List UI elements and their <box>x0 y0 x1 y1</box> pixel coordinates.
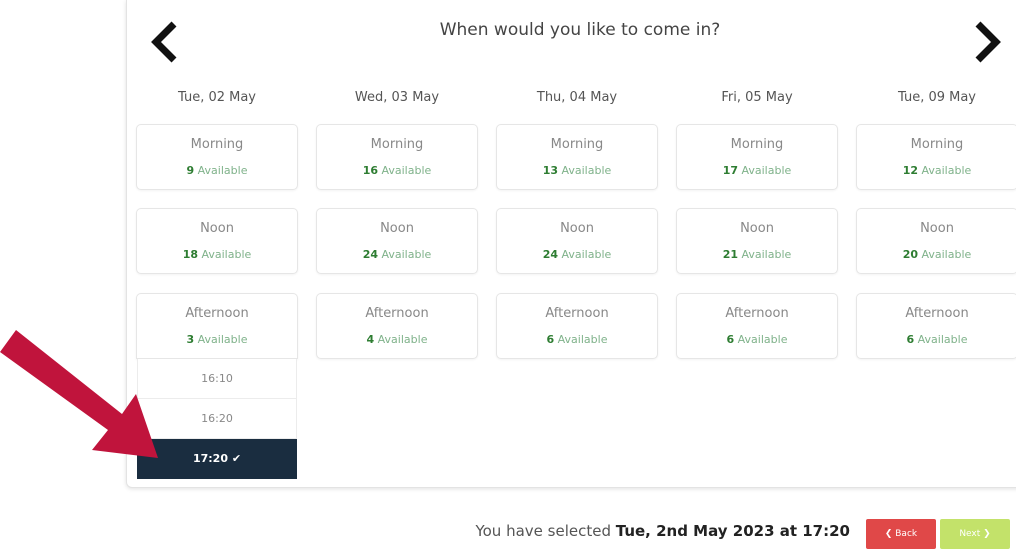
slot-count: 20 <box>902 248 918 261</box>
slot-available-label: Available <box>197 164 248 177</box>
slot-available-label: Available <box>197 333 248 346</box>
slot-count: 6 <box>906 333 915 346</box>
slot-availability: 13 Available <box>497 164 657 177</box>
day-label: Fri, 05 May <box>721 90 793 105</box>
slot-count: 9 <box>186 164 195 177</box>
slot-available-label: Available <box>741 164 792 177</box>
slot-period-label: Afternoon <box>905 306 969 321</box>
slot-available-label: Available <box>377 333 428 346</box>
slot-afternoon[interactable]: Afternoon 6 Available <box>676 293 838 359</box>
slot-period-label: Afternoon <box>365 306 429 321</box>
slot-noon[interactable]: Noon 24 Available <box>316 208 478 274</box>
slot-period-label: Afternoon <box>545 306 609 321</box>
slot-count: 6 <box>546 333 555 346</box>
chevron-right-icon <box>975 21 1001 63</box>
slot-noon[interactable]: Noon 21 Available <box>676 208 838 274</box>
slot-available-label: Available <box>557 333 608 346</box>
slot-afternoon[interactable]: Afternoon 6 Available <box>496 293 658 359</box>
slot-availability: 6 Available <box>857 333 1016 346</box>
slot-period-label: Noon <box>740 221 774 236</box>
selection-summary: You have selected Tue, 2nd May 2023 at 1… <box>475 522 850 540</box>
slot-count: 16 <box>362 164 378 177</box>
page-title: When would you like to come in? <box>439 20 721 40</box>
slot-availability: 4 Available <box>317 333 477 346</box>
slot-available-label: Available <box>741 248 792 261</box>
day-label: Tue, 09 May <box>897 90 977 105</box>
slot-availability: 6 Available <box>497 333 657 346</box>
slot-count: 12 <box>902 164 918 177</box>
next-button[interactable]: Next ❯ <box>940 519 1010 549</box>
slot-available-label: Available <box>561 164 612 177</box>
slot-afternoon[interactable]: Afternoon 6 Available <box>856 293 1016 359</box>
slot-available-label: Available <box>201 248 252 261</box>
slot-availability: 16 Available <box>317 164 477 177</box>
slot-availability: 21 Available <box>677 248 837 261</box>
slot-available-label: Available <box>917 333 968 346</box>
selection-prefix: You have selected <box>475 522 616 540</box>
next-week-button[interactable] <box>972 20 1002 64</box>
slot-count: 21 <box>722 248 738 261</box>
slot-period-label: Morning <box>910 137 964 152</box>
slot-availability: 9 Available <box>137 164 297 177</box>
slot-period-label: Noon <box>920 221 954 236</box>
slot-count: 3 <box>186 333 195 346</box>
slot-period-label: Noon <box>560 221 594 236</box>
slot-available-label: Available <box>381 164 432 177</box>
slot-available-label: Available <box>561 248 612 261</box>
slot-count: 6 <box>726 333 735 346</box>
slot-morning[interactable]: Morning 9 Available <box>136 124 298 190</box>
slot-period-label: Morning <box>550 137 604 152</box>
slot-availability: 12 Available <box>857 164 1016 177</box>
slot-available-label: Available <box>737 333 788 346</box>
slot-availability: 24 Available <box>497 248 657 261</box>
slot-noon[interactable]: Noon 24 Available <box>496 208 658 274</box>
slot-availability: 6 Available <box>677 333 837 346</box>
back-button[interactable]: ❮ Back <box>866 519 936 549</box>
slot-period-label: Afternoon <box>725 306 789 321</box>
slot-period-label: Noon <box>380 221 414 236</box>
slot-count: 24 <box>542 248 558 261</box>
day-label: Wed, 03 May <box>354 90 440 105</box>
slot-availability: 20 Available <box>857 248 1016 261</box>
slot-morning[interactable]: Morning 17 Available <box>676 124 838 190</box>
selection-value: Tue, 2nd May 2023 at 17:20 <box>615 522 850 540</box>
slot-period-label: Morning <box>370 137 424 152</box>
day-label: Tue, 02 May <box>177 90 257 105</box>
slot-period-label: Noon <box>200 221 234 236</box>
chevron-left-icon <box>151 21 177 63</box>
slot-afternoon[interactable]: Afternoon 4 Available <box>316 293 478 359</box>
slot-noon[interactable]: Noon 20 Available <box>856 208 1016 274</box>
slot-count: 18 <box>182 248 198 261</box>
slot-availability: 17 Available <box>677 164 837 177</box>
slot-count: 17 <box>722 164 738 177</box>
slot-available-label: Available <box>921 248 972 261</box>
slot-count: 4 <box>366 333 375 346</box>
slot-availability: 18 Available <box>137 248 297 261</box>
slot-count: 24 <box>362 248 378 261</box>
slot-count: 13 <box>542 164 558 177</box>
slot-morning[interactable]: Morning 13 Available <box>496 124 658 190</box>
slot-available-label: Available <box>921 164 972 177</box>
slot-noon[interactable]: Noon 18 Available <box>136 208 298 274</box>
slot-availability: 24 Available <box>317 248 477 261</box>
slot-morning[interactable]: Morning 16 Available <box>316 124 478 190</box>
day-label: Thu, 04 May <box>536 90 618 105</box>
prev-week-button[interactable] <box>150 20 180 64</box>
slot-period-label: Morning <box>190 137 244 152</box>
slot-morning[interactable]: Morning 12 Available <box>856 124 1016 190</box>
slot-period-label: Afternoon <box>185 306 249 321</box>
slot-period-label: Morning <box>730 137 784 152</box>
slot-available-label: Available <box>381 248 432 261</box>
red-arrow-icon <box>0 330 158 458</box>
